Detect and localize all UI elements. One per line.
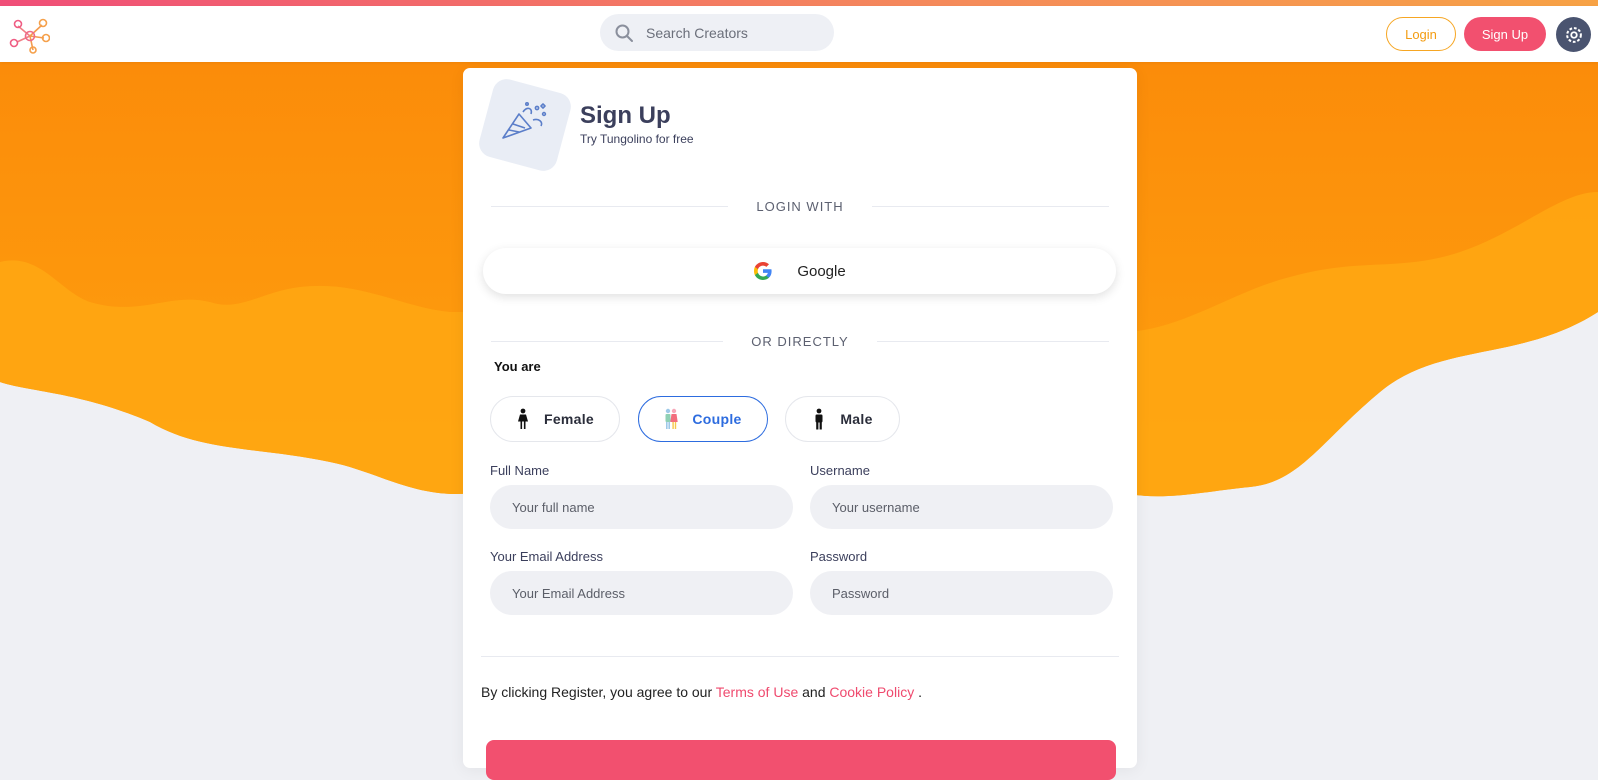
- page-title: Sign Up: [580, 102, 671, 129]
- password-input[interactable]: [810, 571, 1113, 615]
- you-are-label: You are: [494, 359, 541, 374]
- gender-option-female[interactable]: Female: [490, 396, 620, 442]
- search-input[interactable]: [646, 24, 816, 41]
- cookie-policy-link[interactable]: Cookie Policy: [829, 684, 914, 700]
- page-subtitle: Try Tungolino for free: [580, 132, 694, 146]
- google-icon: [754, 262, 772, 280]
- party-popper-icon: [502, 101, 547, 139]
- login-with-divider: LOGIN WITH: [491, 197, 1109, 215]
- or-directly-divider: OR DIRECTLY: [491, 332, 1109, 350]
- gear-icon: [1565, 26, 1582, 43]
- gender-label-couple: Couple: [692, 411, 742, 427]
- username-input[interactable]: [810, 485, 1113, 529]
- login-button[interactable]: Login: [1386, 17, 1456, 51]
- or-directly-label: OR DIRECTLY: [751, 333, 849, 349]
- login-with-label: LOGIN WITH: [756, 198, 844, 214]
- google-login-button[interactable]: Google: [483, 248, 1116, 294]
- terms-of-use-link[interactable]: Terms of Use: [716, 684, 798, 700]
- search-icon: [615, 24, 633, 42]
- couple-icon: [665, 408, 679, 429]
- top-navbar: Login Sign Up: [0, 6, 1598, 62]
- email-label: Your Email Address: [490, 549, 603, 564]
- terms-prefix: By clicking Register, you agree to our: [481, 684, 713, 700]
- form-divider: [481, 656, 1119, 657]
- gender-label-male: Male: [840, 411, 873, 427]
- signup-button[interactable]: Sign Up: [1464, 17, 1546, 51]
- full-name-label: Full Name: [490, 463, 550, 478]
- settings-button[interactable]: [1556, 17, 1591, 52]
- google-login-label: Google: [797, 262, 846, 280]
- gender-label-female: Female: [543, 411, 595, 427]
- gender-option-male[interactable]: Male: [785, 396, 900, 442]
- terms-suffix: .: [918, 684, 922, 700]
- terms-text: By clicking Register, you agree to our T…: [481, 684, 922, 700]
- register-button[interactable]: [486, 740, 1116, 780]
- signup-card: Sign Up Try Tungolino for free LOGIN WIT…: [463, 68, 1137, 780]
- network-nodes-icon[interactable]: [8, 12, 50, 54]
- gender-option-couple[interactable]: Couple: [638, 396, 768, 442]
- password-label: Password: [810, 549, 868, 564]
- full-name-input[interactable]: [490, 485, 793, 529]
- male-icon: [815, 408, 823, 430]
- username-label: Username: [810, 463, 870, 478]
- female-icon: [517, 408, 528, 429]
- terms-and: and: [802, 684, 826, 700]
- email-input[interactable]: [490, 571, 793, 615]
- search-bar[interactable]: [600, 14, 834, 51]
